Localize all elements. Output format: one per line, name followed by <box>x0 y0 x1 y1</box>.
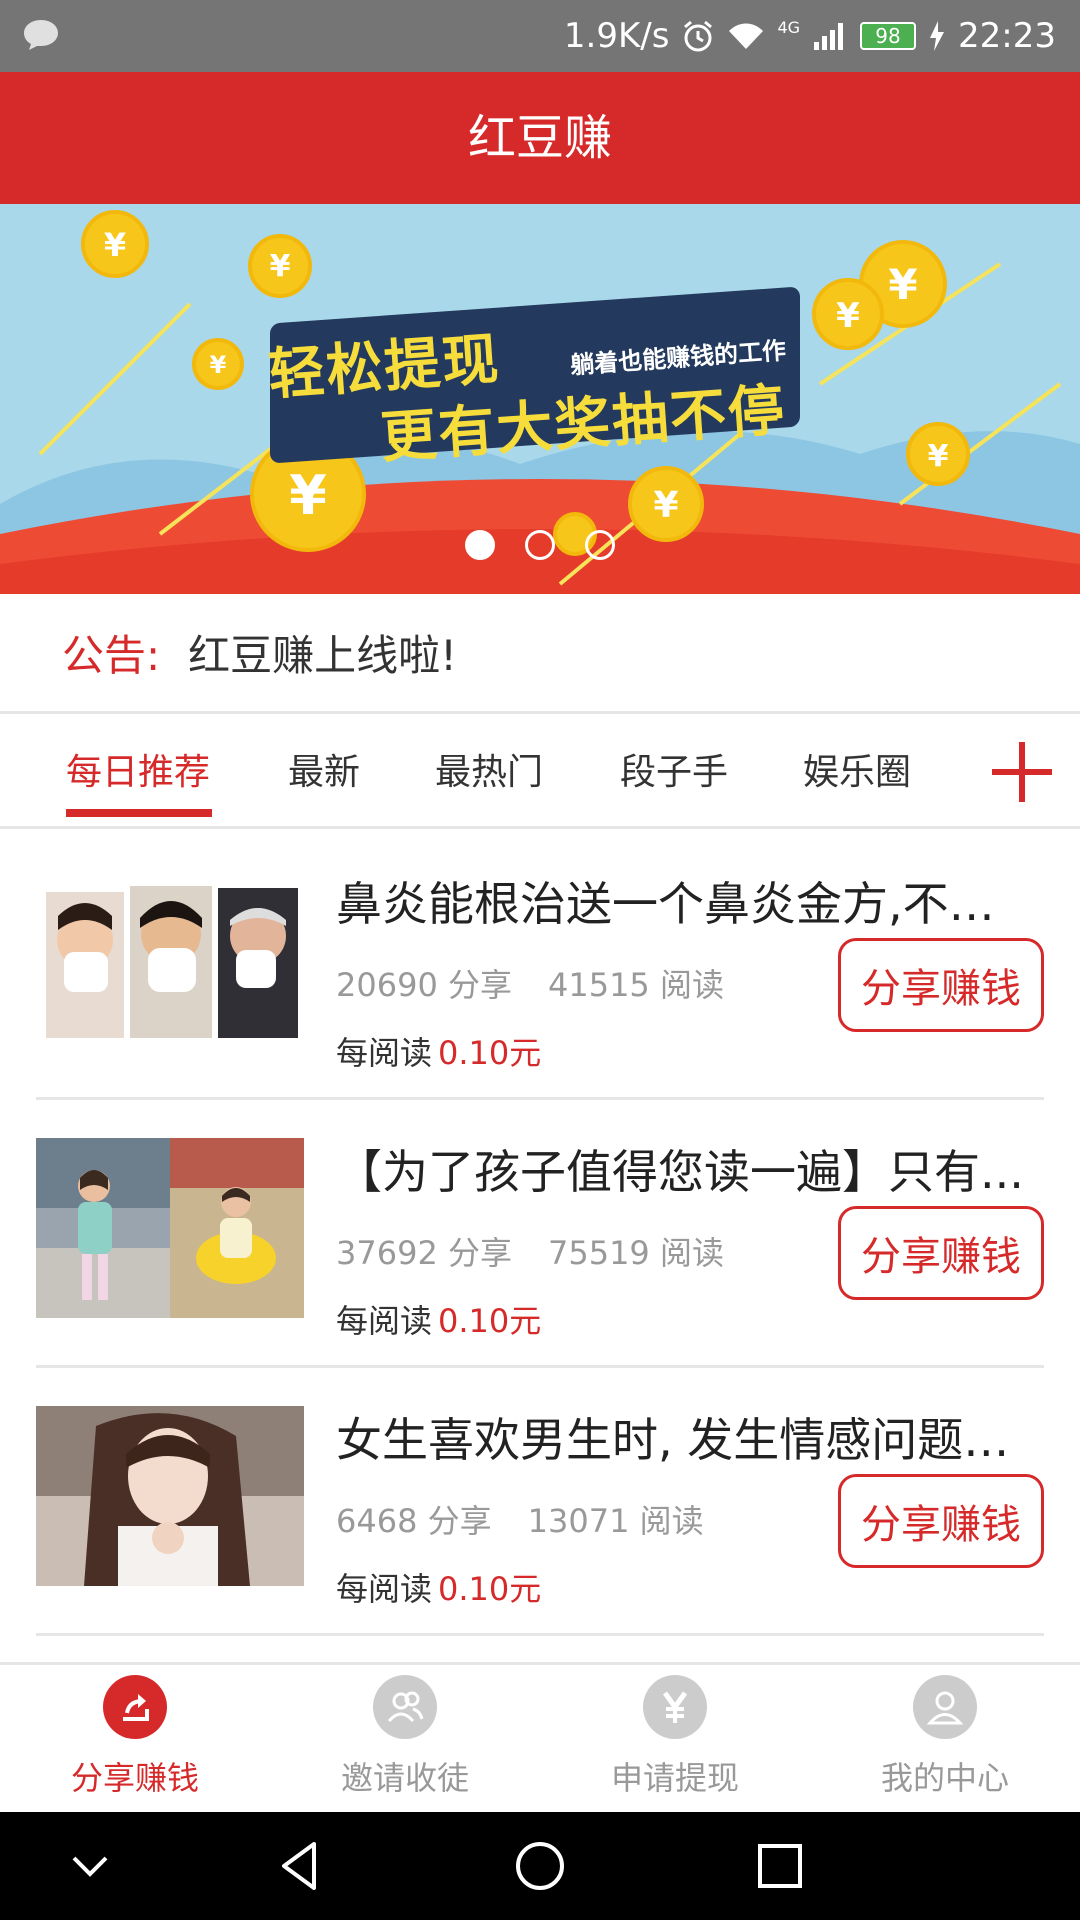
reward-rate: 每阅读 0.10元 <box>336 1028 541 1074</box>
article-stats: 20690 分享 41515 阅读 <box>336 960 724 1006</box>
network-type: 4G <box>777 18 801 37</box>
article-title[interactable]: 【为了孩子值得您读一遍】只有... <box>336 1136 1036 1202</box>
article-item[interactable]: 鼻炎能根治送一个鼻炎金方,不知... 20690 分享 41515 阅读 每阅读 0… <box>36 832 1044 1100</box>
user-icon <box>913 1675 977 1739</box>
coin-symbol: ¥ <box>888 260 917 309</box>
category-tabs: 每日推荐 最新 最热门 段子手 娱乐圈 <box>0 717 1080 829</box>
app-bar: 红豆赚 <box>0 72 1080 204</box>
nav-my-center[interactable]: 我的中心 <box>810 1665 1080 1815</box>
article-item[interactable]: 【为了孩子值得您读一遍】只有... 37692 分享 75519 阅读 每阅读 0.… <box>36 1100 1044 1368</box>
reward-value: 0.10元 <box>438 1034 542 1072</box>
read-count: 75519 阅读 <box>547 1234 724 1272</box>
nav-share-earn[interactable]: 分享赚钱 <box>0 1665 270 1815</box>
coin-symbol: ¥ <box>836 296 860 336</box>
carousel-dot[interactable] <box>585 530 615 560</box>
article-stats: 6468 分享 13071 阅读 <box>336 1496 704 1542</box>
banner-carousel[interactable]: ¥ ¥ ¥ ¥ ¥ ¥ ¥ ¥ 轻松提现 躺着也能赚钱的工作 更有大奖抽不停 <box>0 204 1080 594</box>
nav-label: 申请提现 <box>610 1759 739 1797</box>
coin-symbol: ¥ <box>104 226 126 264</box>
home-icon[interactable] <box>508 1834 572 1898</box>
share-earn-button[interactable]: 分享赚钱 <box>838 938 1044 1032</box>
carousel-dots <box>0 530 1080 570</box>
coin-symbol: ¥ <box>270 249 291 284</box>
article-title[interactable]: 女生喜欢男生时, 发生情感问题的.. <box>336 1404 1036 1470</box>
share-count: 37692 分享 <box>336 1234 512 1272</box>
carousel-dot[interactable] <box>525 530 555 560</box>
share-count: 20690 分享 <box>336 966 512 1004</box>
share-count: 6468 分享 <box>336 1502 492 1540</box>
article-item[interactable]: 女生喜欢男生时, 发生情感问题的.. 6468 分享 13071 阅读 每阅读 0.… <box>36 1368 1044 1636</box>
reward-rate: 每阅读 0.10元 <box>336 1564 541 1610</box>
tab-active-indicator <box>66 809 212 817</box>
battery-icon: 98 <box>860 22 917 50</box>
message-icon <box>24 20 58 50</box>
reward-value: 0.10元 <box>438 1302 542 1340</box>
reward-label: 每阅读 <box>336 1570 433 1608</box>
alarm-icon <box>684 20 713 52</box>
article-thumbnail <box>36 1406 304 1586</box>
recent-apps-icon[interactable] <box>748 1834 812 1898</box>
coin-symbol: ¥ <box>289 464 327 527</box>
article-stats: 37692 分享 75519 阅读 <box>336 1228 724 1274</box>
hide-keyboard-icon[interactable] <box>58 1834 122 1898</box>
yuan-icon <box>643 1675 707 1739</box>
tab-jokes[interactable]: 段子手 <box>620 717 728 829</box>
carousel-dot[interactable] <box>465 530 495 560</box>
share-earn-button[interactable]: 分享赚钱 <box>838 1474 1044 1568</box>
coin-symbol: ¥ <box>653 485 678 526</box>
announcement-text: 红豆赚上线啦! <box>188 631 457 680</box>
announcement-label: 公告: <box>62 631 161 680</box>
reward-rate: 每阅读 0.10元 <box>336 1296 541 1342</box>
nav-invite[interactable]: 邀请收徒 <box>270 1665 540 1815</box>
nav-label: 我的中心 <box>880 1759 1009 1797</box>
nav-label: 邀请收徒 <box>340 1759 469 1797</box>
status-bar: 1.9K/s 4G 98 22:23 <box>0 0 1080 72</box>
read-count: 41515 阅读 <box>547 966 724 1004</box>
tab-hottest[interactable]: 最热门 <box>435 717 543 829</box>
reward-label: 每阅读 <box>336 1302 433 1340</box>
bottom-navigation: 分享赚钱 邀请收徒 申请提现 我的中心 <box>0 1662 1080 1812</box>
clock: 22:23 <box>958 16 1056 56</box>
people-icon <box>373 1675 437 1739</box>
wifi-icon <box>729 23 764 49</box>
nav-withdraw[interactable]: 申请提现 <box>540 1665 810 1815</box>
reward-value: 0.10元 <box>438 1570 542 1608</box>
app-title: 红豆赚 <box>467 110 612 166</box>
article-title[interactable]: 鼻炎能根治送一个鼻炎金方,不知... <box>336 868 1036 934</box>
reward-label: 每阅读 <box>336 1034 433 1072</box>
signal-icon <box>814 23 844 50</box>
announcement-bar[interactable]: 公告: 红豆赚上线啦! <box>0 594 1080 714</box>
coin-symbol: ¥ <box>210 351 227 379</box>
coin-symbol: ¥ <box>928 439 949 474</box>
read-count: 13071 阅读 <box>527 1502 704 1540</box>
tab-entertainment[interactable]: 娱乐圈 <box>803 717 911 829</box>
system-navigation-bar <box>0 1812 1080 1920</box>
tab-latest[interactable]: 最新 <box>288 717 360 829</box>
charging-icon <box>930 21 945 51</box>
share-earn-button[interactable]: 分享赚钱 <box>838 1206 1044 1300</box>
network-speed: 1.9K/s <box>563 16 670 56</box>
article-thumbnail <box>36 870 304 1050</box>
add-category-icon[interactable] <box>990 740 1054 804</box>
article-thumbnail <box>36 1138 304 1318</box>
share-icon <box>103 1675 167 1739</box>
back-icon[interactable] <box>270 1834 334 1898</box>
nav-label: 分享赚钱 <box>70 1759 199 1797</box>
